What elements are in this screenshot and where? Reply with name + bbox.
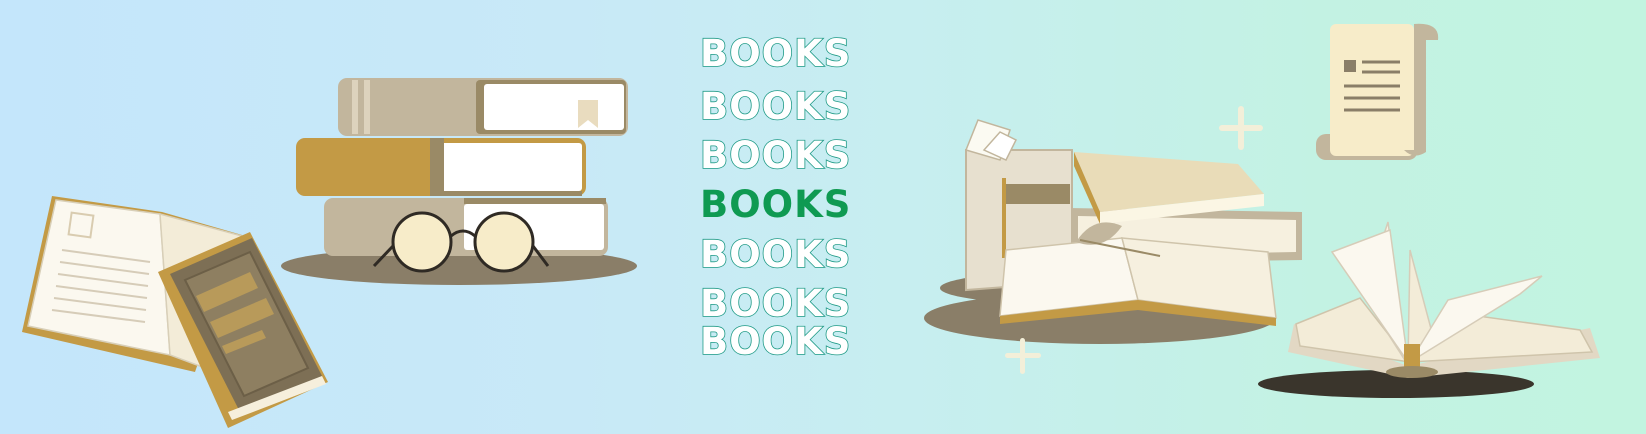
books-banner: BOOKS BOOKS BOOKS BOOKS BOOKS BOOKS BOOK…: [0, 0, 1646, 434]
books-word: BOOKS: [699, 134, 852, 177]
books-word: BOOKS: [699, 233, 852, 276]
books-word-highlighted: BOOKS: [700, 183, 852, 226]
sparkle-icon: [1219, 106, 1263, 150]
books-word: BOOKS: [699, 320, 852, 363]
books-word: BOOKS: [699, 282, 852, 325]
sparkle-icon: [1005, 338, 1041, 374]
open-book-fanned-icon: [1258, 221, 1600, 398]
stacked-books-icon: [281, 78, 637, 285]
books-word: BOOKS: [699, 85, 852, 128]
books-word: BOOKS: [699, 32, 852, 75]
scroll-icon: [1316, 23, 1439, 160]
book-pile-icon: [924, 119, 1302, 344]
books-word-stack: BOOKS BOOKS BOOKS BOOKS BOOKS BOOKS BOOK…: [699, 32, 900, 374]
